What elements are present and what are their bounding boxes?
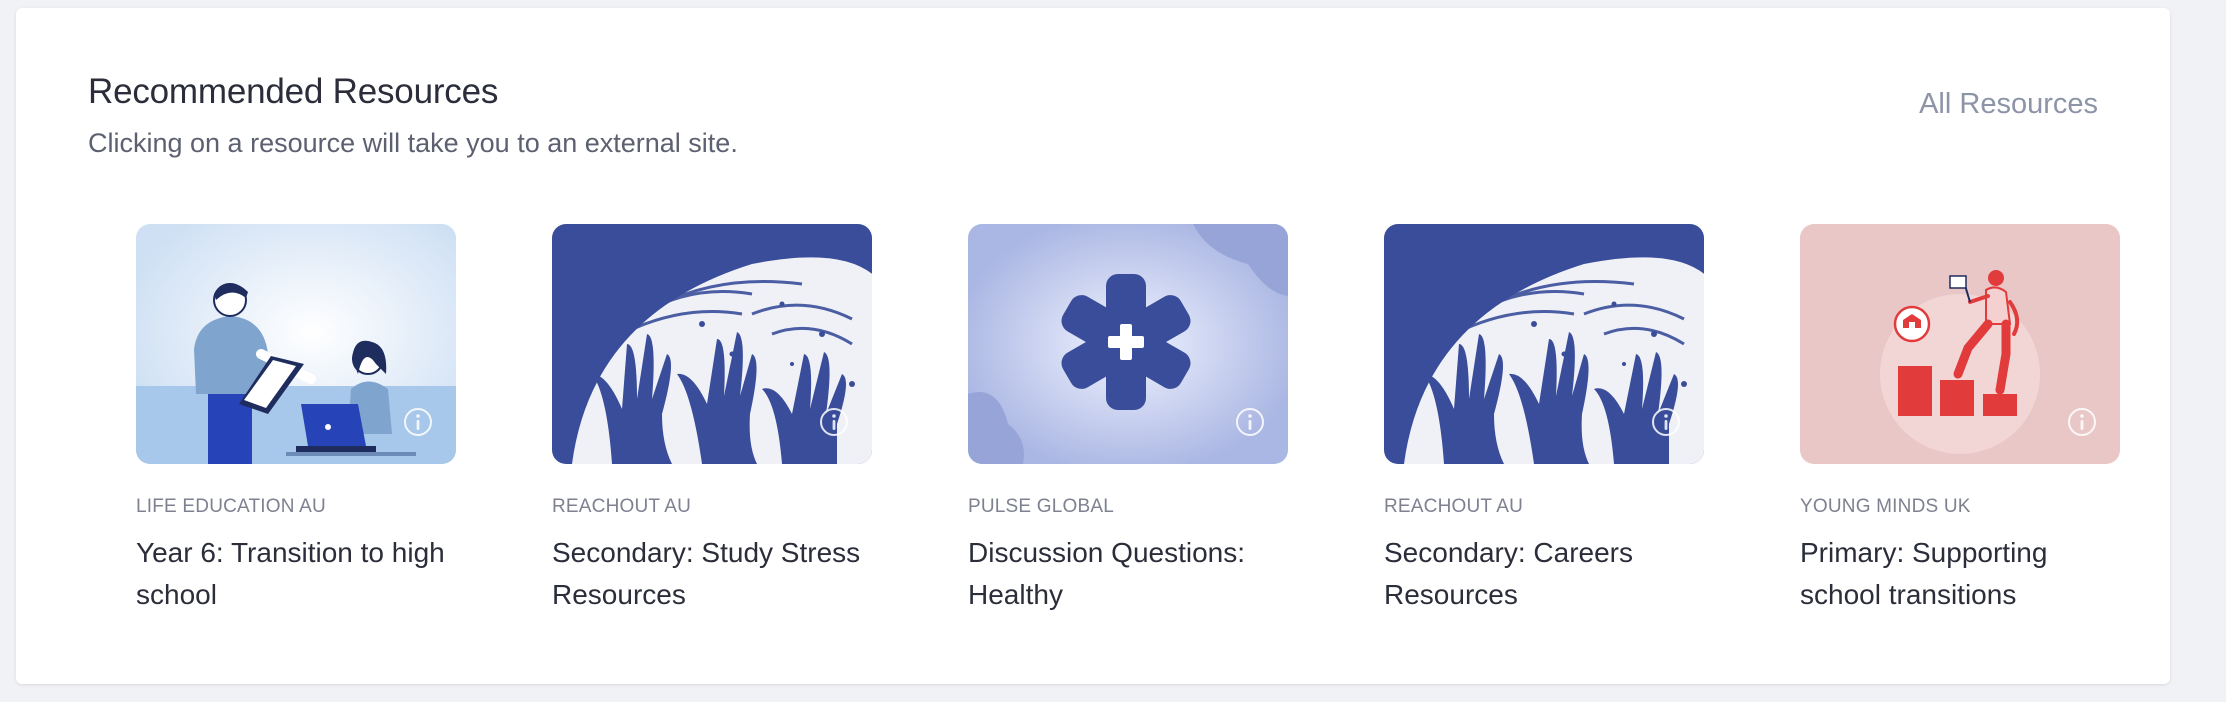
resources-panel: Recommended Resources Clicking on a reso… xyxy=(16,8,2170,684)
info-icon[interactable] xyxy=(818,406,850,438)
resource-title[interactable]: Secondary: Careers Resources xyxy=(1384,532,1704,616)
all-resources-link[interactable]: All Resources xyxy=(1919,88,2098,121)
section-subtitle: Clicking on a resource will take you to … xyxy=(88,128,738,158)
resource-card[interactable]: REACHOUT AU Secondary: Careers Resources xyxy=(1384,224,1704,616)
resource-title[interactable]: Discussion Questions: Healthy xyxy=(968,532,1288,616)
info-icon[interactable] xyxy=(1650,406,1682,438)
resource-source: REACHOUT AU xyxy=(1384,496,1524,517)
resource-title[interactable]: Primary: Supporting school transitions xyxy=(1800,532,2120,616)
resource-card[interactable]: YOUNG MINDS UK Primary: Supporting schoo… xyxy=(1800,224,2120,616)
resource-source: YOUNG MINDS UK xyxy=(1800,496,1971,517)
resource-thumbnail[interactable] xyxy=(968,224,1288,464)
resource-card[interactable]: LIFE EDUCATION AU Year 6: Transition to … xyxy=(136,224,456,616)
resource-source: REACHOUT AU xyxy=(552,496,692,517)
resource-card[interactable]: PULSE GLOBAL Discussion Questions: Healt… xyxy=(968,224,1288,616)
info-icon[interactable] xyxy=(2066,406,2098,438)
resource-title[interactable]: Year 6: Transition to high school xyxy=(136,532,456,616)
resource-source: LIFE EDUCATION AU xyxy=(136,496,326,517)
resource-card[interactable]: REACHOUT AU Secondary: Study Stress Reso… xyxy=(552,224,872,616)
resource-thumbnail[interactable] xyxy=(552,224,872,464)
resource-source: PULSE GLOBAL xyxy=(968,496,1115,517)
section-title: Recommended Resources xyxy=(88,72,499,111)
info-icon[interactable] xyxy=(1234,406,1266,438)
resource-cards: LIFE EDUCATION AU Year 6: Transition to … xyxy=(136,224,2136,624)
resource-title[interactable]: Secondary: Study Stress Resources xyxy=(552,532,872,616)
resource-thumbnail[interactable] xyxy=(1384,224,1704,464)
info-icon[interactable] xyxy=(402,406,434,438)
resource-thumbnail[interactable] xyxy=(136,224,456,464)
resource-thumbnail[interactable] xyxy=(1800,224,2120,464)
